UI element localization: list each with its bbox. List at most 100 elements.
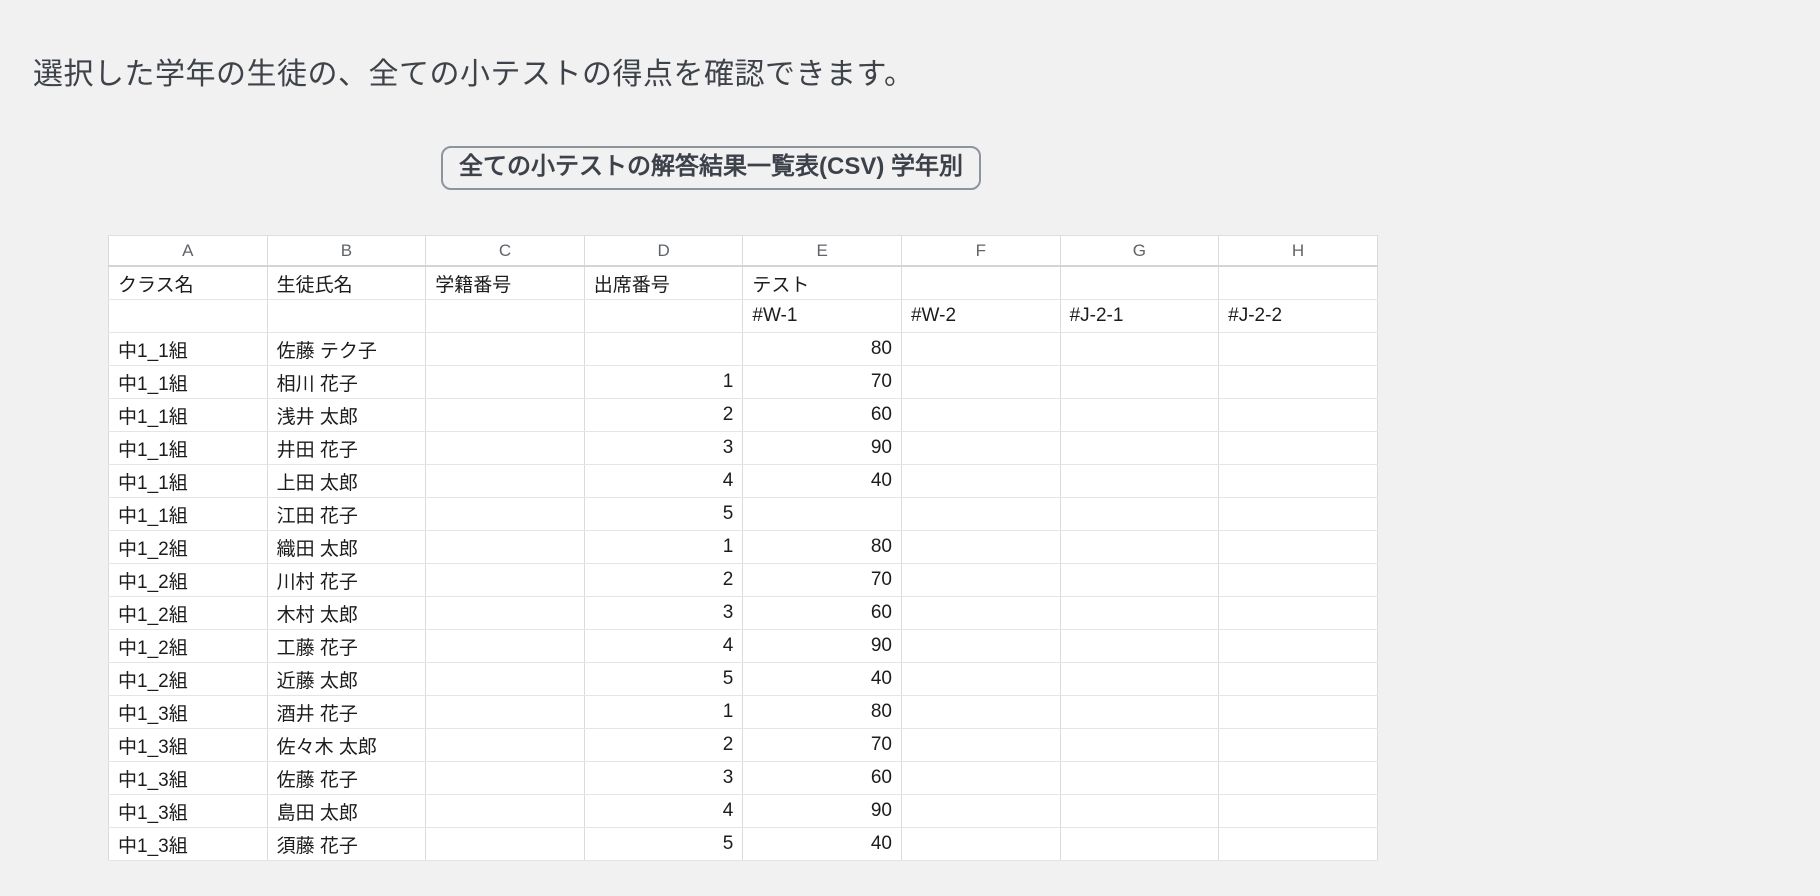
cell: 中1_2組 xyxy=(108,563,268,597)
cell: #W-1 xyxy=(742,299,902,333)
table-row: 中1_3組 佐々木 太郎 2 70 xyxy=(108,728,1378,762)
cell: 佐々木 太郎 xyxy=(266,728,427,762)
cell xyxy=(425,398,585,432)
cell: 学籍番号 xyxy=(425,265,585,300)
cell xyxy=(425,827,585,861)
cell: 酒井 花子 xyxy=(266,695,427,729)
cell: 織田 太郎 xyxy=(266,530,427,564)
cell xyxy=(425,728,585,762)
cell xyxy=(900,431,1061,465)
cell xyxy=(1059,728,1220,762)
cell xyxy=(425,464,585,498)
scores-table: ABCDEFGH クラス名 生徒氏名 学籍番号 出席番号 テスト #W-1 #W-2 #J-2… xyxy=(108,235,1378,861)
cell: テスト xyxy=(742,265,902,300)
table-row: 中1_1組 井田 花子 3 90 xyxy=(108,431,1378,465)
cell xyxy=(425,299,585,333)
cell xyxy=(1059,530,1220,564)
cell xyxy=(1059,563,1220,597)
cell xyxy=(1059,596,1220,630)
column-letter-F: F xyxy=(900,235,1061,267)
cell: 中1_1組 xyxy=(108,497,268,531)
table-row: 中1_2組 近藤 太郎 5 40 xyxy=(108,662,1378,696)
cell: 中1_2組 xyxy=(108,596,268,630)
cell: 80 xyxy=(742,695,902,729)
cell: #W-2 xyxy=(900,299,1061,333)
cell xyxy=(1059,464,1220,498)
cell xyxy=(1218,563,1378,597)
cell: 40 xyxy=(742,464,902,498)
cell: 中1_3組 xyxy=(108,761,268,795)
cell xyxy=(583,299,744,333)
cell xyxy=(425,794,585,828)
cell: 2 xyxy=(583,398,744,432)
table-row: 中1_2組 織田 太郎 1 80 xyxy=(108,530,1378,564)
cell xyxy=(425,365,585,399)
cell xyxy=(1059,365,1220,399)
cell xyxy=(900,464,1061,498)
cell xyxy=(1059,629,1220,663)
cell xyxy=(1059,761,1220,795)
cell xyxy=(425,563,585,597)
cell: 5 xyxy=(583,497,744,531)
cell: 3 xyxy=(583,596,744,630)
cell xyxy=(900,530,1061,564)
cell: 中1_3組 xyxy=(108,695,268,729)
cell: 40 xyxy=(742,662,902,696)
cell: 60 xyxy=(742,761,902,795)
cell: 1 xyxy=(583,365,744,399)
cell: 90 xyxy=(742,794,902,828)
cell xyxy=(1059,662,1220,696)
table-row: 中1_3組 島田 太郎 4 90 xyxy=(108,794,1378,828)
cell xyxy=(1218,761,1378,795)
column-letter-H: H xyxy=(1218,235,1378,267)
cell xyxy=(1218,365,1378,399)
cell xyxy=(266,299,427,333)
cell: 3 xyxy=(583,431,744,465)
cell: #J-2-2 xyxy=(1218,299,1378,333)
table-row: 中1_1組 佐藤 テク子 80 xyxy=(108,332,1378,366)
cell xyxy=(1218,794,1378,828)
column-letter-B: B xyxy=(266,235,427,267)
cell xyxy=(1218,265,1378,300)
cell xyxy=(425,761,585,795)
cell: 5 xyxy=(583,662,744,696)
cell xyxy=(1218,398,1378,432)
cell: 中1_2組 xyxy=(108,530,268,564)
cell xyxy=(1059,332,1220,366)
csv-download-button[interactable]: 全ての小テストの解答結果一覧表(CSV) 学年別 xyxy=(441,146,981,190)
table-row: 中1_1組 江田 花子 5 xyxy=(108,497,1378,531)
cell: 5 xyxy=(583,827,744,861)
cell: 中1_2組 xyxy=(108,662,268,696)
cell: 相川 花子 xyxy=(266,365,427,399)
cell xyxy=(1059,431,1220,465)
cell xyxy=(900,827,1061,861)
cell xyxy=(900,662,1061,696)
cell: 出席番号 xyxy=(583,265,744,300)
cell: 浅井 太郎 xyxy=(266,398,427,432)
column-letter-E: E xyxy=(742,235,902,267)
cell: クラス名 xyxy=(108,265,268,300)
cell xyxy=(1059,265,1220,300)
cell xyxy=(900,365,1061,399)
cell: 中1_3組 xyxy=(108,728,268,762)
column-letter-D: D xyxy=(583,235,744,267)
cell: 60 xyxy=(742,596,902,630)
button-row: 全ての小テストの解答結果一覧表(CSV) 学年別 xyxy=(33,146,1389,190)
cell: 70 xyxy=(742,728,902,762)
cell: 4 xyxy=(583,464,744,498)
cell xyxy=(742,497,902,531)
cell xyxy=(583,332,744,366)
cell: 近藤 太郎 xyxy=(266,662,427,696)
header-row: #W-1 #W-2 #J-2-1 #J-2-2 xyxy=(108,299,1378,333)
cell: 80 xyxy=(742,530,902,564)
table-row: 中1_3組 酒井 花子 1 80 xyxy=(108,695,1378,729)
cell: 3 xyxy=(583,761,744,795)
cell: 中1_2組 xyxy=(108,629,268,663)
cell xyxy=(425,629,585,663)
table-row: 中1_3組 佐藤 花子 3 60 xyxy=(108,761,1378,795)
cell xyxy=(1218,431,1378,465)
cell xyxy=(425,662,585,696)
column-letters-row: ABCDEFGH xyxy=(108,235,1378,267)
cell xyxy=(425,695,585,729)
cell xyxy=(1218,596,1378,630)
